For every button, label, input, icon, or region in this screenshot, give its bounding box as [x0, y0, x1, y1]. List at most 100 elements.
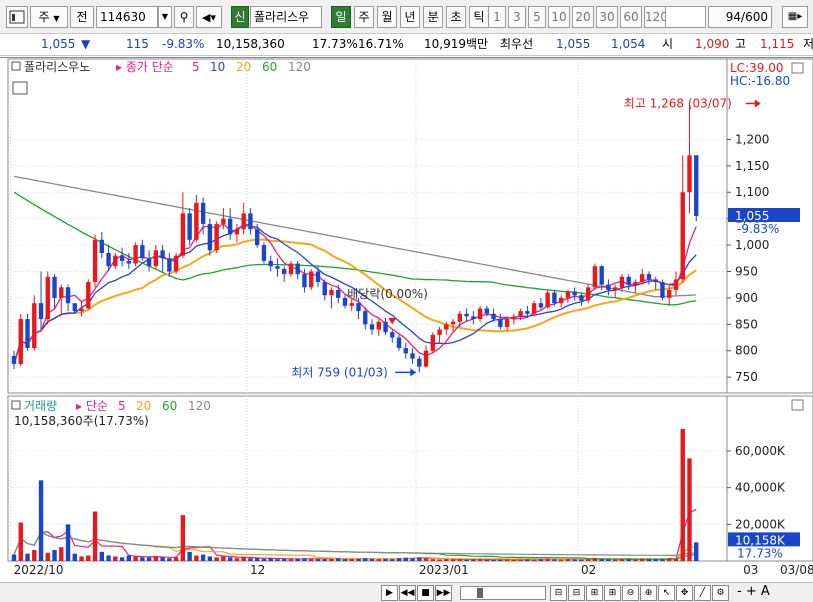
- candle-body: [227, 218, 233, 235]
- period-button[interactable]: 주: [354, 6, 374, 28]
- open-label: 시: [662, 37, 674, 51]
- layout-button-1[interactable]: ⊟: [550, 585, 567, 601]
- interval-button[interactable]: 10: [548, 6, 570, 28]
- zoom-in-button[interactable]: ⊕: [640, 585, 657, 601]
- volume-bar: [295, 558, 300, 561]
- interval-button[interactable]: 120: [644, 6, 666, 28]
- count-input[interactable]: 94/600: [708, 6, 772, 28]
- candle-body: [356, 303, 361, 312]
- candle-body: [640, 274, 645, 283]
- layout-button-4[interactable]: ⊞: [604, 585, 621, 601]
- volume-bar: [619, 559, 625, 561]
- interval-button[interactable]: 5: [528, 6, 546, 28]
- scroll-next-button[interactable]: ▶▶: [435, 585, 452, 601]
- candle-body: [660, 282, 665, 298]
- interval-button[interactable]: 30: [596, 6, 618, 28]
- volume-bar: [11, 554, 17, 561]
- candle-body: [626, 276, 631, 285]
- candle-body: [315, 271, 321, 283]
- candle-body: [498, 319, 503, 327]
- candle-body: [633, 282, 638, 285]
- zoom-out-button[interactable]: ⊖: [622, 585, 639, 601]
- chart-settings-button[interactable]: ▦▸: [782, 6, 808, 28]
- market-select[interactable]: 주 ▼: [30, 6, 68, 28]
- volume-bar: [167, 558, 172, 561]
- candle-body: [612, 287, 618, 290]
- candle-body: [288, 263, 294, 275]
- chart-svg[interactable]: 7508008509009501,0001,0501,1001,1501,200…: [0, 58, 813, 583]
- interval-input[interactable]: [662, 6, 706, 28]
- volume-bar: [396, 558, 402, 561]
- candle-body: [113, 255, 118, 267]
- candle-body: [180, 213, 186, 256]
- volume-bar: [32, 550, 37, 561]
- code-dropdown-button[interactable]: ▼: [158, 6, 172, 28]
- volume-bar: [660, 559, 665, 561]
- panel-close-button: [791, 62, 804, 74]
- ma-period-legend: 10: [210, 60, 225, 74]
- scroll-bar: ▶ ◀◀ ■ ▶▶ ⊟ ⊟ ⊞ ⊞ ⊖ ⊕ ↖ ✥ ╱ ⚙ - + A: [0, 582, 813, 602]
- cursor-icon: ↖: [662, 588, 671, 598]
- volume-bar: [349, 559, 354, 561]
- volume-bar: [86, 555, 91, 561]
- interval-button[interactable]: 3: [508, 6, 526, 28]
- volume-bar: [356, 558, 361, 561]
- volume-bar: [79, 556, 84, 561]
- stop-button[interactable]: ■: [417, 585, 434, 601]
- volume-bar: [673, 558, 679, 561]
- new-stock-button[interactable]: 신: [231, 6, 249, 28]
- type-select[interactable]: 전: [70, 6, 94, 28]
- period-button[interactable]: 년: [400, 6, 420, 28]
- period-button[interactable]: 일: [331, 6, 351, 28]
- volume-bar: [680, 429, 685, 561]
- period-button[interactable]: 초: [446, 6, 466, 28]
- line-button[interactable]: ╱: [694, 585, 711, 601]
- scroll-prev-button[interactable]: ◀◀: [399, 585, 416, 601]
- period-button[interactable]: 월: [377, 6, 397, 28]
- high-value: 1,115: [760, 37, 795, 51]
- candle-body: [518, 311, 523, 317]
- volume-bar: [437, 559, 442, 561]
- settings-button[interactable]: ⚙: [712, 585, 729, 601]
- candle-body: [173, 255, 179, 272]
- volume-bar: [646, 559, 652, 561]
- volume-bar: [687, 458, 692, 561]
- interval-button[interactable]: 1: [488, 6, 506, 28]
- change-value: 115: [126, 37, 149, 51]
- font-size-controls[interactable]: - + A: [737, 584, 770, 599]
- cursor-button[interactable]: ↖: [658, 585, 675, 601]
- candle-body: [133, 245, 138, 264]
- volume-bar: [72, 553, 77, 561]
- turnover-ratio: 16.71%: [358, 37, 404, 51]
- interval-button[interactable]: 60: [620, 6, 642, 28]
- volume-bar: [160, 557, 165, 561]
- layout-button-2[interactable]: ⊟: [568, 585, 585, 601]
- code-input[interactable]: 114630: [96, 6, 158, 28]
- volume-bar: [383, 558, 388, 561]
- volume-bar: [498, 559, 503, 561]
- ma-label-legend: ▸ 종가 단순: [116, 60, 174, 74]
- scroll-right-button[interactable]: ▶: [381, 585, 398, 601]
- layout-button-3[interactable]: ⊞: [586, 585, 603, 601]
- candle-body: [11, 356, 17, 364]
- volume-bar: [336, 558, 341, 561]
- volume-bar: [606, 559, 611, 561]
- sound-button[interactable]: ◀▾: [196, 6, 222, 28]
- slider-handle[interactable]: [477, 588, 483, 598]
- candle-body: [464, 313, 469, 317]
- volume-bar: [457, 559, 463, 561]
- zoom-slider[interactable]: [460, 586, 546, 600]
- volume-bar: [585, 559, 591, 561]
- chart-window-icon[interactable]: [6, 6, 28, 28]
- period-button[interactable]: 틱: [469, 6, 489, 28]
- volume-bar: [403, 557, 408, 561]
- volume-bar: [302, 558, 307, 561]
- candle-body: [72, 303, 77, 312]
- price-tick-label: 1,100: [735, 185, 769, 199]
- period-button[interactable]: 분: [423, 6, 443, 28]
- interval-button[interactable]: 20: [572, 6, 594, 28]
- low-annotation: 최저 759 (01/03): [291, 365, 388, 379]
- search-button[interactable]: ⚲: [174, 6, 194, 28]
- volume-bar: [200, 554, 206, 561]
- move-button[interactable]: ✥: [676, 585, 693, 601]
